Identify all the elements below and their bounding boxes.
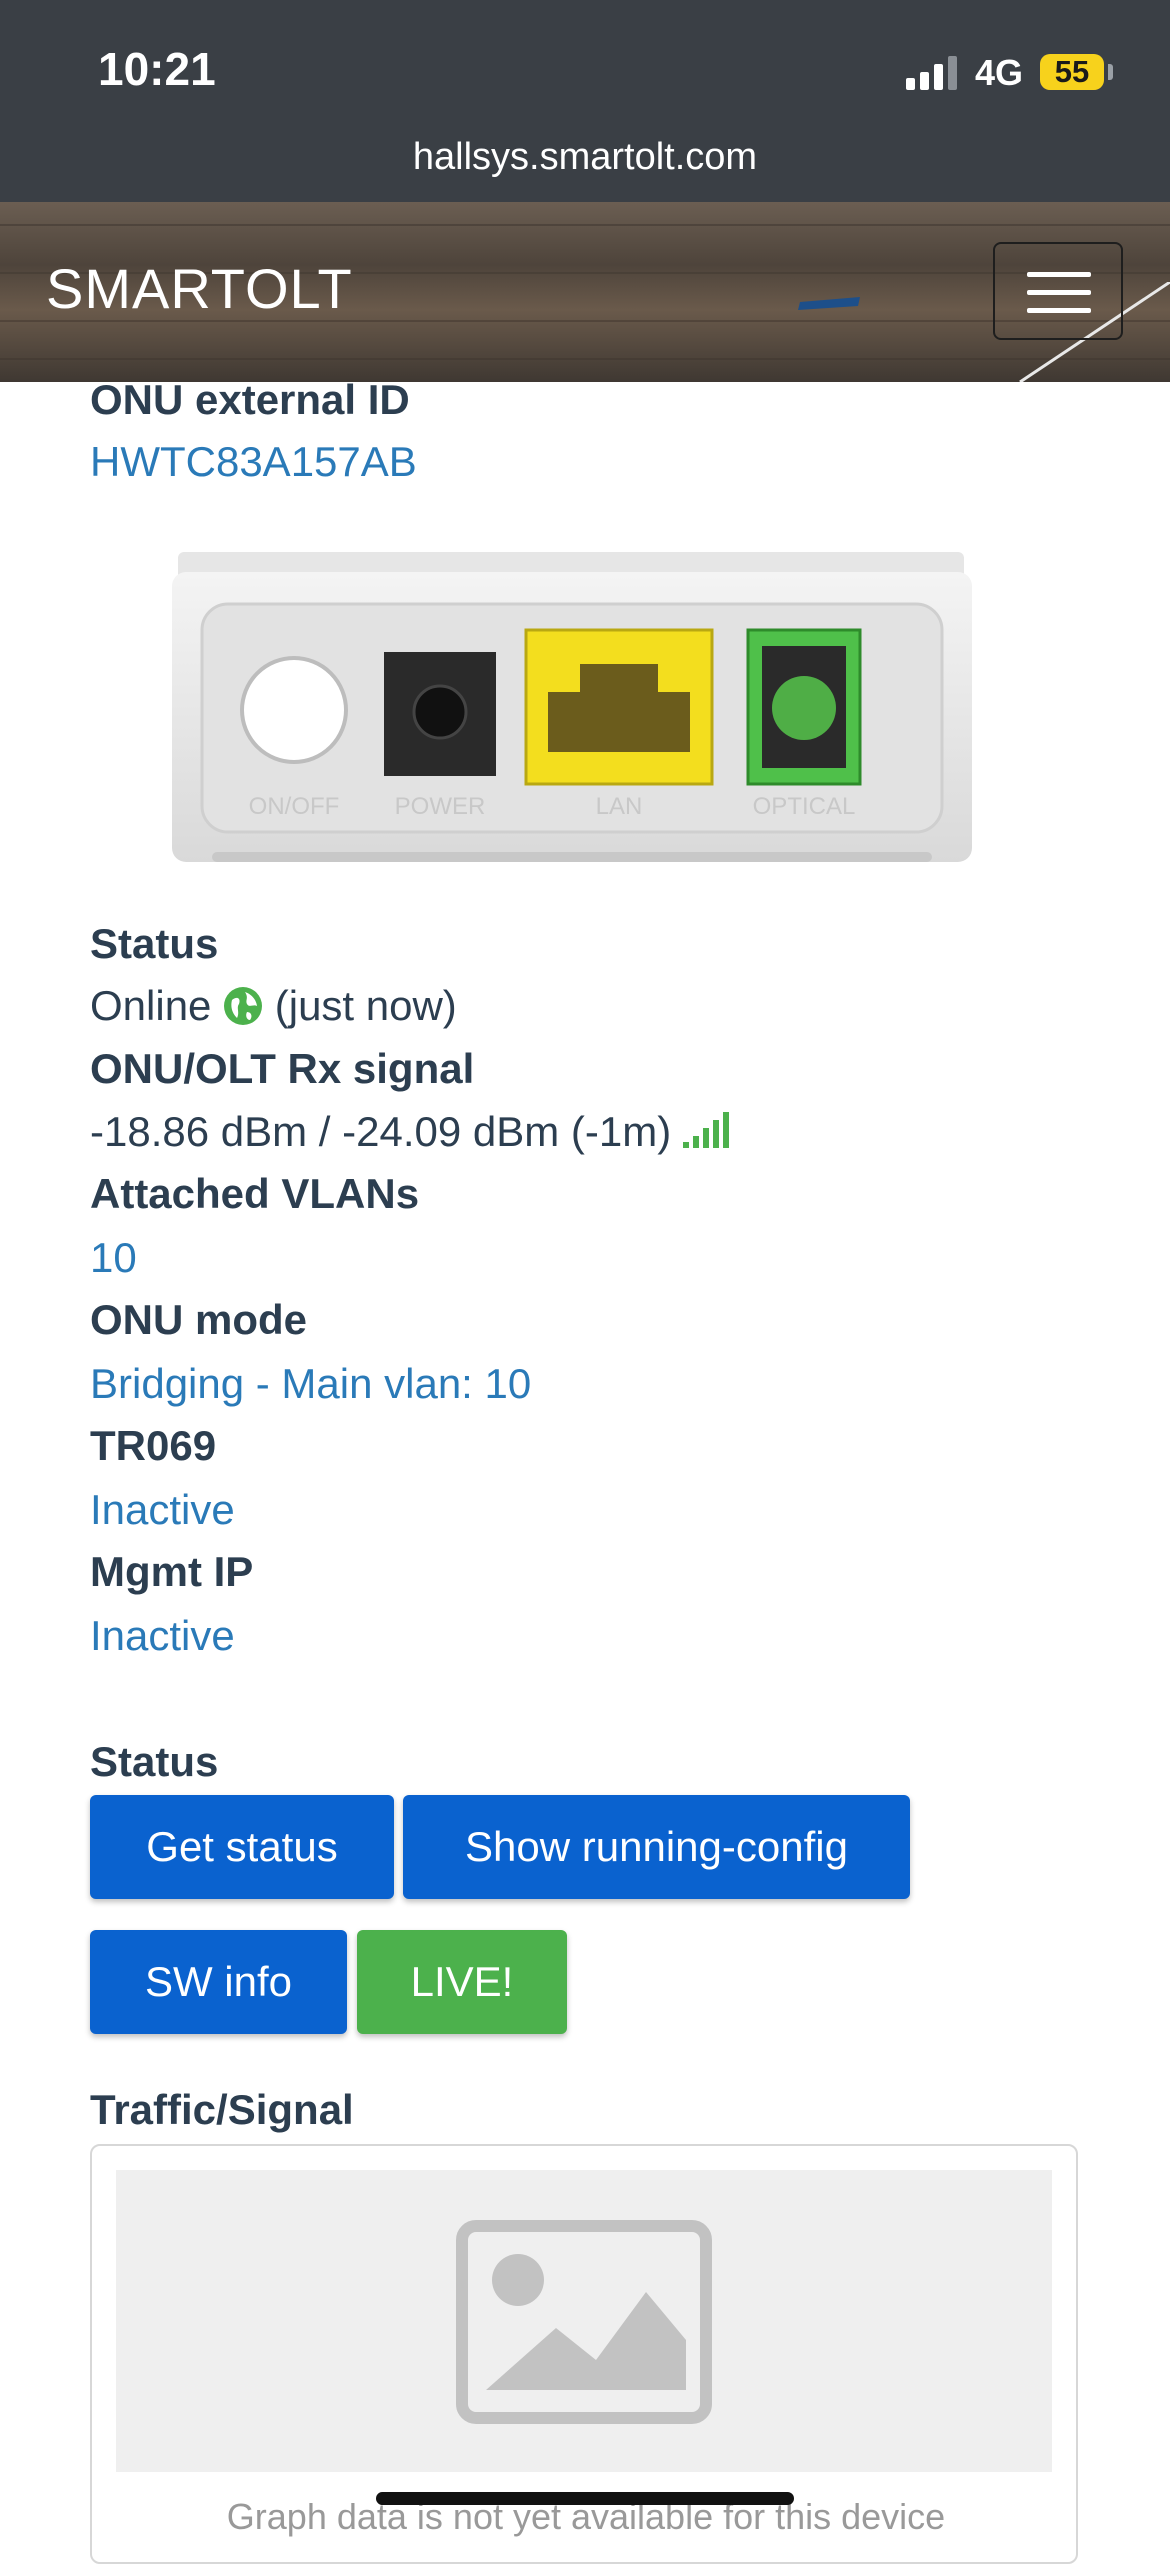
status-time: (just now)	[274, 982, 457, 1029]
ios-status-bar: 10:21 4G 55 hallsys.smartolt.com	[0, 0, 1170, 202]
network-type: 4G	[975, 52, 1024, 93]
brand-logo[interactable]: SMARTOLT	[46, 256, 353, 321]
mgmt-ip-label: Mgmt IP	[90, 1548, 254, 1595]
battery-level: 55	[1054, 54, 1090, 89]
sw-info-button[interactable]: SW info	[90, 1930, 347, 2034]
external-id-label: ONU external ID	[90, 376, 410, 423]
signal-value: -18.86 dBm / -24.09 dBm (-1m)	[90, 1108, 672, 1155]
traffic-signal-label: Traffic/Signal	[90, 2086, 354, 2133]
get-status-button[interactable]: Get status	[90, 1795, 394, 1899]
cellular-signal-icon	[906, 54, 960, 90]
status-value: Online	[90, 982, 212, 1029]
status-line: Online (just now)	[90, 982, 457, 1030]
address-bar-url[interactable]: hallsys.smartolt.com	[0, 136, 1170, 179]
vlans-value[interactable]: 10	[90, 1234, 137, 1282]
external-id-value[interactable]: HWTC83A157AB	[90, 438, 417, 486]
live-button[interactable]: LIVE!	[357, 1930, 567, 2034]
onu-mode-label: ONU mode	[90, 1296, 308, 1343]
port-label-power: POWER	[395, 793, 486, 820]
port-label-optical: OPTICAL	[753, 793, 856, 820]
status-label: Status	[90, 920, 219, 967]
port-label-onoff: ON/OFF	[249, 793, 340, 820]
graph-placeholder	[116, 2170, 1052, 2472]
home-indicator	[376, 2492, 794, 2505]
onu-mode-value[interactable]: Bridging - Main vlan: 10	[90, 1360, 531, 1408]
tr069-label: TR069	[90, 1422, 217, 1469]
battery-tip	[1108, 64, 1113, 80]
signal-line: -18.86 dBm / -24.09 dBm (-1m)	[90, 1108, 729, 1156]
battery-icon: 55	[1040, 54, 1104, 90]
port-label-lan: LAN	[596, 793, 643, 820]
vlans-label: Attached VLANs	[90, 1170, 420, 1217]
actions-status-label: Status	[90, 1738, 219, 1785]
menu-toggle-button[interactable]	[993, 242, 1123, 340]
globe-icon	[224, 987, 263, 1025]
image-placeholder-icon	[456, 2220, 712, 2424]
onu-device-image: ON/OFF POWER LAN OPTICAL	[172, 552, 972, 870]
mgmt-ip-value[interactable]: Inactive	[90, 1612, 235, 1660]
signal-label: ONU/OLT Rx signal	[90, 1045, 475, 1092]
show-running-config-button[interactable]: Show running-config	[403, 1795, 910, 1899]
signal-strength-icon	[682, 1112, 729, 1148]
navbar: SMARTOLT	[0, 202, 1170, 382]
clock: 10:21	[98, 43, 216, 95]
tr069-value[interactable]: Inactive	[90, 1486, 235, 1534]
